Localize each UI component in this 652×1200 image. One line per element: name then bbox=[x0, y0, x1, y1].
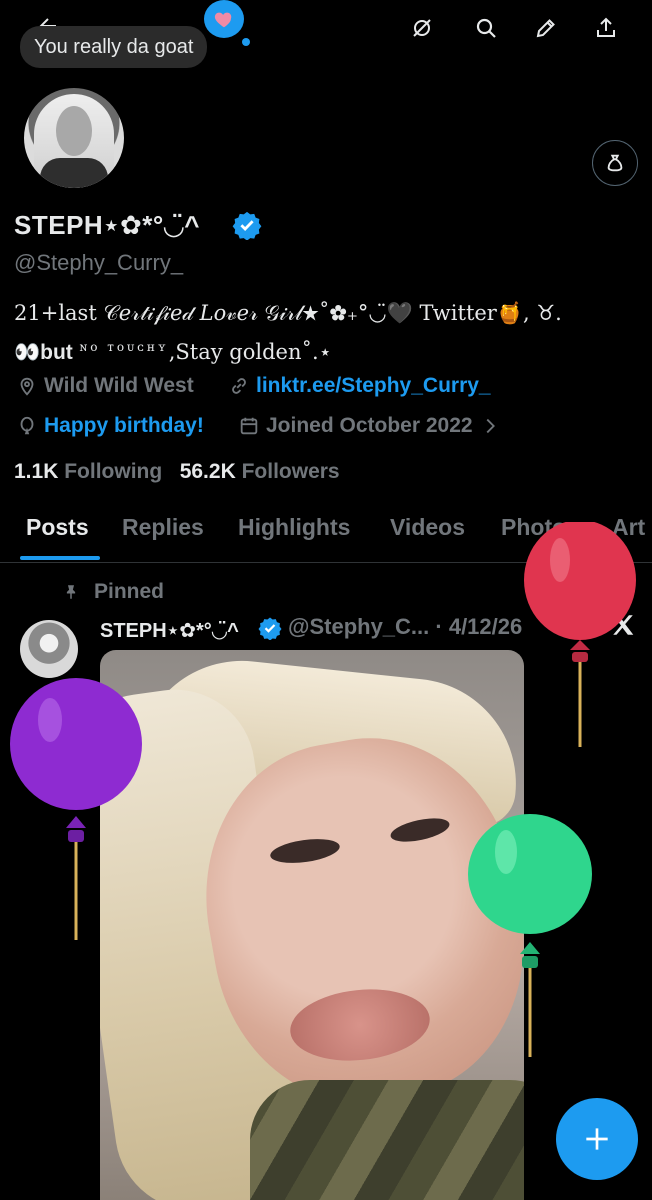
bio-line-1: 21+last 𝒞𝑒𝓇𝓉𝒾𝒻𝒾𝑒𝒹 𝐿𝑜𝓋𝑒𝓇 𝒢𝒾𝓇𝓁★˚✿₊°◡̈🖤 Twi… bbox=[14, 301, 562, 325]
bio-line-2-smallcaps: ɴᴏ ᴛᴏᴜᴄʜʏ bbox=[79, 340, 169, 354]
post-author-name[interactable]: STEPH⋆✿*°◡̈^ bbox=[100, 618, 239, 643]
joined-text: Joined October 2022 bbox=[266, 414, 473, 437]
followers-stat[interactable]: 56.2K Followers bbox=[180, 460, 340, 483]
pinned-text: Pinned bbox=[94, 580, 165, 603]
verified-badge-icon bbox=[258, 617, 282, 640]
calendar-icon bbox=[240, 417, 258, 435]
following-count: 1.1K bbox=[14, 460, 59, 483]
post-author-avatar[interactable] bbox=[20, 620, 78, 678]
pinned-label: Pinned bbox=[62, 580, 164, 604]
compose-button[interactable] bbox=[556, 1098, 638, 1180]
verified-badge-icon bbox=[232, 211, 262, 240]
bubble-dot bbox=[242, 38, 250, 46]
profile-bio: 21+last 𝒞𝑒𝓇𝓉𝒾𝒻𝒾𝑒𝒹 𝐿𝑜𝓋𝑒𝓇 𝒢𝒾𝓇𝓁★˚✿₊°◡̈🖤 Twi… bbox=[14, 296, 644, 370]
followers-label: Followers bbox=[241, 460, 340, 483]
balloon-icon bbox=[20, 416, 34, 435]
chevron-right-icon bbox=[486, 418, 495, 434]
post-photo[interactable] bbox=[100, 650, 524, 1200]
heart-icon bbox=[204, 0, 244, 38]
website-item[interactable]: linktr.ee/Stephy_Curry_ bbox=[228, 374, 491, 398]
tab-posts[interactable]: Posts bbox=[26, 514, 89, 541]
money-bag-icon[interactable] bbox=[592, 140, 638, 186]
display-name: STEPH⋆✿*°◡̈^ bbox=[14, 210, 200, 240]
post-author-handle-date: @Stephy_C... · 4/12/26 bbox=[288, 614, 522, 640]
bio-line-2-suffix: ,Stay golden˚.⋆ bbox=[168, 340, 332, 364]
follow-stats: 1.1K Following 56.2K Followers bbox=[14, 460, 340, 484]
location-text: Wild Wild West bbox=[44, 374, 194, 397]
retweet-circle-icon[interactable] bbox=[402, 8, 442, 48]
bio-line-2: 👀but ɴᴏ ᴛᴏᴜᴄʜʏ,Stay golden˚.⋆ bbox=[14, 330, 644, 370]
location-item: Wild Wild West bbox=[16, 374, 194, 398]
edit-pen-icon[interactable] bbox=[526, 8, 566, 48]
active-tab-indicator bbox=[20, 556, 100, 560]
joined-item[interactable]: Joined October 2022 bbox=[238, 414, 501, 438]
pin-icon bbox=[66, 585, 76, 599]
tab-highlights[interactable]: Highlights bbox=[238, 514, 350, 541]
following-stat[interactable]: 1.1K Following bbox=[14, 460, 162, 483]
tab-videos[interactable]: Videos bbox=[390, 514, 465, 541]
speech-bubble: You really da goat bbox=[20, 26, 208, 68]
share-icon[interactable] bbox=[586, 8, 626, 48]
birthday-item: Happy birthday! bbox=[16, 414, 204, 438]
purple-balloon-icon bbox=[10, 678, 142, 940]
location-pin-icon bbox=[20, 377, 34, 396]
profile-handle: @Stephy_Curry_ bbox=[14, 250, 184, 275]
website-link[interactable]: linktr.ee/Stephy_Curry_ bbox=[256, 374, 491, 398]
birthday-text: Happy birthday! bbox=[44, 414, 204, 437]
followers-count: 56.2K bbox=[179, 460, 236, 483]
green-balloon-icon bbox=[468, 814, 592, 1057]
following-label: Following bbox=[64, 460, 163, 483]
search-icon[interactable] bbox=[466, 8, 506, 48]
plus-icon bbox=[586, 1128, 608, 1150]
bio-line-2-prefix: 👀but bbox=[14, 341, 73, 364]
post-date: · 4/12/26 bbox=[435, 614, 523, 639]
tab-replies[interactable]: Replies bbox=[122, 514, 204, 541]
post-author-handle[interactable]: @Stephy_C... bbox=[288, 614, 429, 639]
profile-avatar[interactable] bbox=[22, 86, 126, 190]
red-balloon-icon bbox=[524, 522, 636, 747]
link-icon bbox=[232, 378, 246, 394]
